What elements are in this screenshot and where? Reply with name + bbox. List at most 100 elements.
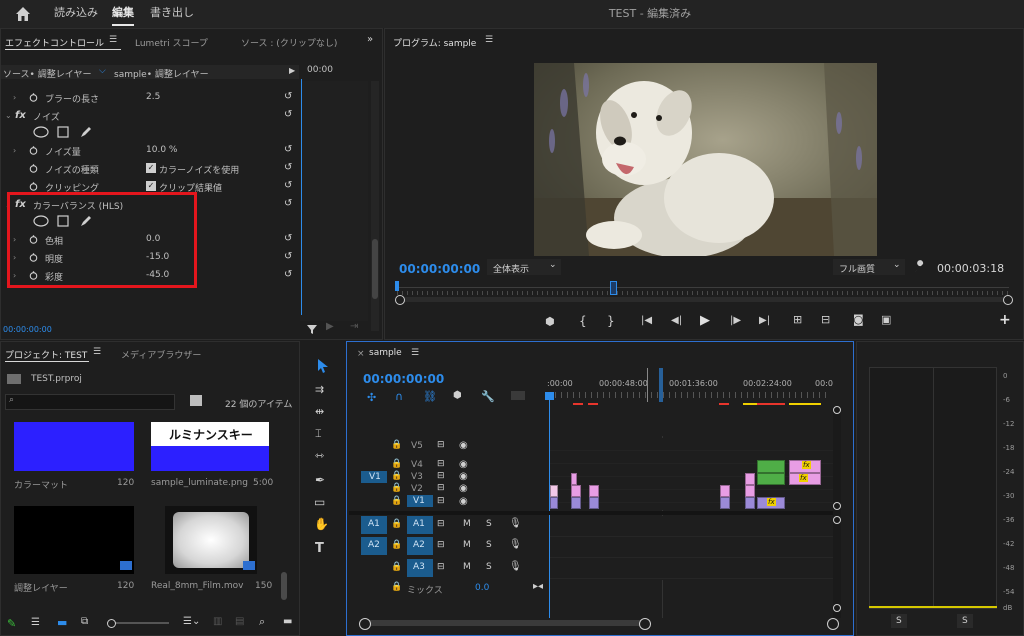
lock-icon[interactable]: 🔒 <box>391 440 402 450</box>
reset-icon[interactable]: ↺ <box>284 269 294 280</box>
sequence-label[interactable]: sample• 調整レイヤー <box>114 67 209 80</box>
zoom-handle-right[interactable] <box>1003 295 1013 305</box>
thumbnail-color-matte[interactable] <box>14 422 134 471</box>
scroll-handle-right[interactable] <box>639 618 651 630</box>
lock-icon[interactable]: 🔒 <box>391 496 402 506</box>
noise-header[interactable]: ノイズ <box>33 110 60 123</box>
tab-effect-controls[interactable]: エフェクトコントロール <box>5 36 104 49</box>
track-select-tool-icon[interactable]: ⇉ <box>315 383 324 396</box>
stopwatch-icon[interactable] <box>29 146 38 155</box>
zoom-slider-handle[interactable] <box>107 619 116 628</box>
clip[interactable] <box>720 497 730 509</box>
linked-selection-icon[interactable]: ⛓ <box>423 390 437 403</box>
eye-icon[interactable]: ◉ <box>459 496 468 507</box>
add-marker-icon[interactable]: ⬢ <box>545 315 555 328</box>
track-label[interactable]: V3 <box>411 472 423 482</box>
mark-in-icon[interactable]: { <box>579 314 587 328</box>
reset-icon[interactable]: ↺ <box>284 180 294 191</box>
panel-overflow-icon[interactable]: » <box>367 34 373 45</box>
lock-icon[interactable]: 🔒 <box>391 459 402 469</box>
sync-lock-icon[interactable]: ⊟ <box>437 519 445 529</box>
tab-source[interactable]: ソース : (クリップなし) <box>241 36 337 49</box>
sync-lock-icon[interactable]: ⊟ <box>437 562 445 572</box>
search-input[interactable] <box>5 394 175 410</box>
checkbox-checked-icon[interactable]: ✓ <box>146 181 156 191</box>
reset-icon[interactable]: ↺ <box>284 91 294 102</box>
play-icon[interactable]: ▶ <box>700 313 710 328</box>
source-label[interactable]: ソース• 調整レイヤー <box>3 67 91 80</box>
reset-icon[interactable]: ↺ <box>284 251 294 262</box>
find-icon[interactable]: ▤ <box>235 616 244 627</box>
video-frame[interactable] <box>534 63 877 256</box>
track-label[interactable]: A1 <box>413 519 425 529</box>
zoom-bar[interactable] <box>397 297 1009 302</box>
snap-icon[interactable]: ∩ <box>395 390 403 403</box>
reset-icon[interactable]: ↺ <box>284 233 294 244</box>
pen-tool-icon[interactable]: ✒ <box>315 473 325 487</box>
reset-icon[interactable]: ↺ <box>284 162 294 173</box>
clip[interactable] <box>550 497 558 509</box>
clip[interactable] <box>550 485 558 497</box>
mark-out-icon[interactable]: } <box>607 314 615 328</box>
stopwatch-icon[interactable] <box>29 93 38 102</box>
effect-timecode[interactable]: 00:00:00:00 <box>3 325 52 334</box>
selection-tool-icon[interactable] <box>314 357 332 375</box>
pencil-icon[interactable]: ✎ <box>7 617 16 630</box>
eye-icon[interactable]: ◉ <box>459 483 468 494</box>
menu-icon[interactable]: ☰ <box>411 348 419 358</box>
automate-icon[interactable]: ▥ <box>213 616 222 627</box>
lock-icon[interactable]: 🔒 <box>391 582 402 592</box>
track-label[interactable]: V4 <box>411 460 423 470</box>
extract-icon[interactable]: ⊟ <box>821 313 830 326</box>
clip[interactable] <box>571 497 581 509</box>
timeline-scrollbar[interactable] <box>833 406 841 618</box>
reset-icon[interactable]: ↺ <box>284 144 294 155</box>
chevron-down-icon[interactable]: ⌄ <box>893 260 901 270</box>
tab-media-browser[interactable]: メディアブラウザー <box>121 348 201 361</box>
hand-tool-icon[interactable]: ✋ <box>314 517 329 531</box>
new-bin-icon[interactable]: ▬ <box>283 616 292 627</box>
collapse-chevron[interactable]: ⌄ <box>5 111 12 120</box>
microphone-icon[interactable]: 🎙 <box>509 561 522 572</box>
marker[interactable] <box>610 281 617 295</box>
sync-lock-icon[interactable]: ⊟ <box>437 459 445 469</box>
solo-button[interactable]: S <box>486 562 492 572</box>
sync-lock-icon[interactable]: ⊟ <box>437 496 445 506</box>
captions-icon[interactable] <box>511 391 525 400</box>
lock-icon[interactable]: 🔒 <box>391 483 402 493</box>
tab-sequence[interactable]: sample <box>369 348 402 358</box>
chevron-down-icon[interactable]: ⌵ <box>99 66 106 76</box>
expand-chevron[interactable]: › <box>13 93 16 102</box>
menu-icon[interactable]: ☰ <box>109 35 117 45</box>
sync-lock-icon[interactable]: ⊟ <box>437 540 445 550</box>
scroll-handle[interactable] <box>833 406 841 414</box>
playhead[interactable] <box>301 79 302 315</box>
clip[interactable] <box>745 485 755 497</box>
play-only-icon[interactable]: ▶ <box>289 66 295 75</box>
clip[interactable] <box>757 473 785 485</box>
checkbox-checked-icon[interactable]: ✓ <box>146 163 156 173</box>
clip[interactable] <box>757 460 785 473</box>
scroll-handle[interactable] <box>833 604 841 612</box>
sync-lock-icon[interactable]: ⊟ <box>437 471 445 481</box>
tab-project[interactable]: プロジェクト: TEST <box>5 348 87 361</box>
track-label[interactable]: V2 <box>411 484 423 494</box>
menu-icon[interactable]: ☰ <box>485 35 493 45</box>
tab-lumetri-scopes[interactable]: Lumetri スコープ <box>135 36 208 49</box>
thumbnail-luminate[interactable]: ルミナンスキー <box>151 422 269 471</box>
track-label[interactable]: A3 <box>413 562 425 572</box>
play-audio-icon[interactable]: ▶ <box>326 321 334 332</box>
rectangle-tool-icon[interactable]: ▭ <box>314 495 325 509</box>
clip[interactable] <box>589 497 599 509</box>
clip[interactable]: fx <box>789 473 821 485</box>
mute-button[interactable]: M <box>463 519 471 529</box>
ellipse-mask-icon[interactable] <box>33 126 49 138</box>
mix-value[interactable]: 0.0 <box>475 583 489 593</box>
microphone-icon[interactable]: 🎙 <box>509 518 522 529</box>
clip[interactable] <box>745 497 755 509</box>
sync-lock-icon[interactable]: ⊟ <box>437 483 445 493</box>
wrench-icon[interactable]: 🔧 <box>481 390 495 403</box>
scroll-handle[interactable] <box>833 502 841 510</box>
scroll-handle-left[interactable] <box>359 618 371 630</box>
stopwatch-icon[interactable] <box>29 164 38 173</box>
